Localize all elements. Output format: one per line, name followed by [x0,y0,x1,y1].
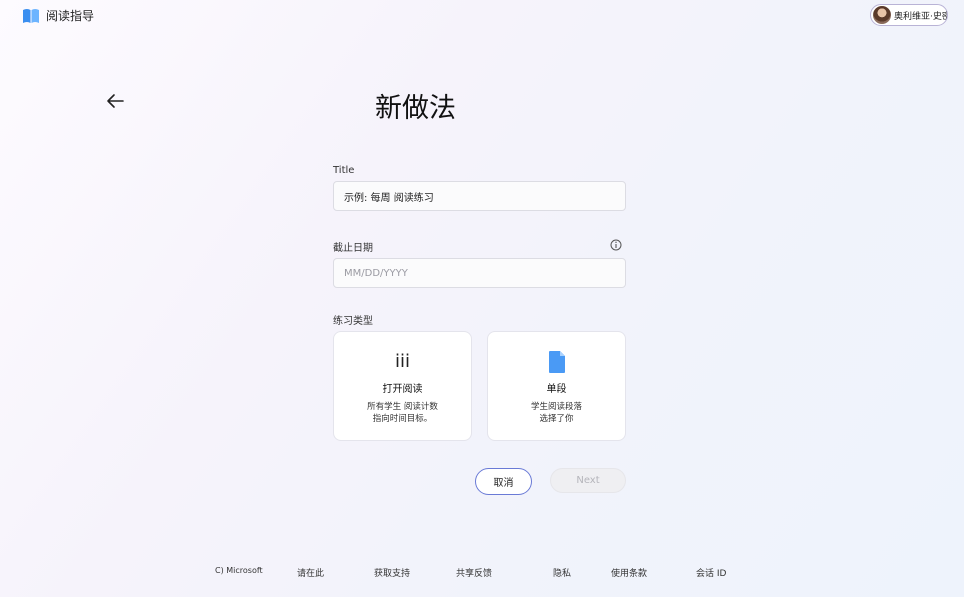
footer-session-id[interactable]: 会话 ID [696,566,726,579]
footer-link-support[interactable]: 获取支持 [374,566,410,579]
avatar [873,6,891,24]
info-icon[interactable] [610,239,622,251]
card-title: 单段 [546,384,567,395]
app-logo[interactable]: 阅读指导 [22,7,94,24]
document-icon [548,351,565,373]
user-account-button[interactable]: 奥利维亚·史密斯 [870,4,948,26]
book-icon [23,8,39,23]
title-label: Title [333,165,355,176]
user-name: 奥利维亚·史密斯 [894,11,947,22]
footer-link-terms[interactable]: 使用条款 [611,566,647,579]
footer-link-feedback[interactable]: 共享反馈 [456,566,492,579]
footer: C) Microsoft 请在此 获取支持 共享反馈 隐私 使用条款 会话 ID [0,566,964,580]
due-date-label: 截止日期 [333,243,373,254]
due-date-input[interactable]: MM/DD/YYYY [333,258,626,288]
arrow-left-icon [107,94,124,108]
open-reading-icon: iii [394,351,410,372]
app-title: 阅读指导 [46,9,95,23]
card-description: 学生阅读段落 选择了你 [530,402,582,424]
title-input[interactable]: 示例: 每周 阅读练习 [333,181,626,211]
cancel-button[interactable]: 取消 [475,468,532,495]
practice-type-card-single-passage[interactable]: 单段 学生阅读段落 选择了你 [487,331,626,441]
practice-type-label: 练习类型 [333,316,373,327]
back-button[interactable] [104,90,126,112]
page-title: 新做法 [375,93,456,124]
next-button[interactable]: Next [550,468,626,493]
practice-type-card-open-reading[interactable]: iii 打开阅读 所有学生 阅读计数 指向时间目标。 [333,331,472,441]
top-bar: 阅读指导 奥利维亚·史密斯 [0,0,964,32]
footer-link[interactable]: 请在此 [297,566,324,579]
footer-link-privacy[interactable]: 隐私 [553,566,571,579]
card-title: 打开阅读 [382,384,423,395]
copyright-text: C) Microsoft [215,566,263,575]
card-description: 所有学生 阅读计数 指向时间目标。 [367,402,438,424]
